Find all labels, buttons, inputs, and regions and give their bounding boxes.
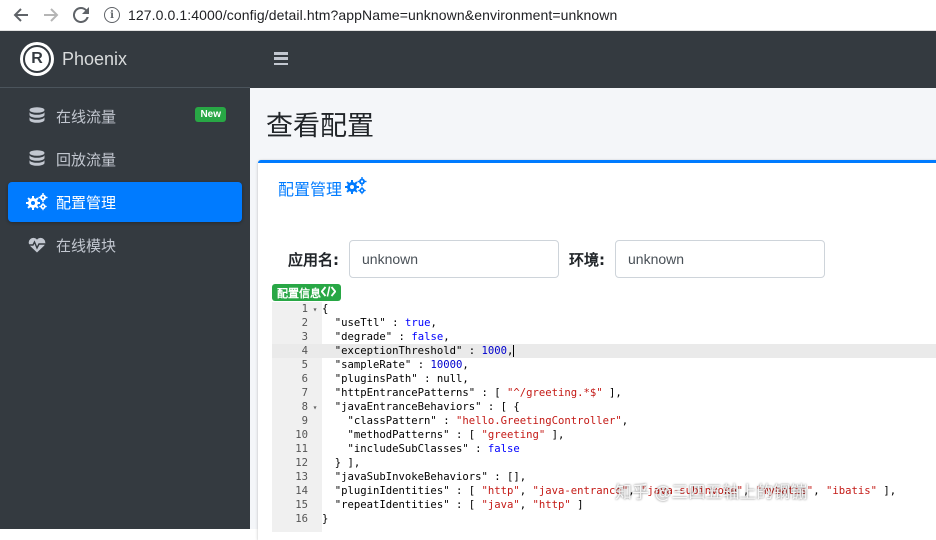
sidebar-item-online-traffic[interactable]: 在线流量 New xyxy=(8,96,242,136)
line-number: 8 xyxy=(301,401,308,413)
code-line: 12 } ], xyxy=(272,456,936,470)
code-text: "methodPatterns" : [ "greeting" ], xyxy=(347,429,565,441)
filter-form: 应用名: unknown 环境: unknown xyxy=(288,240,825,278)
config-info-label: 配置信息 xyxy=(277,286,321,300)
sidebar-menu: 在线流量 New 回放流量 配置管理 在线模块 xyxy=(0,88,250,276)
code-text: "includeSubClasses" : false xyxy=(347,443,520,455)
code-text: "httpEntrancePatterns" : [ "^/greeting.*… xyxy=(334,387,622,399)
line-number: 10 xyxy=(295,429,308,441)
line-number: 13 xyxy=(295,471,308,483)
code-line: 1 ▾{ xyxy=(272,302,936,316)
code-line: 11 "includeSubClasses" : false xyxy=(272,442,936,456)
line-number: 11 xyxy=(295,443,308,455)
database-icon xyxy=(26,148,48,170)
back-arrow-icon[interactable] xyxy=(6,0,36,30)
config-code-editor[interactable]: 1 ▾{2 "useTtl" : true, 3 "degrade" : false… xyxy=(272,302,936,532)
brand-link[interactable]: R Phoenix xyxy=(0,31,250,88)
code-line: 15 "repeatIdentities" : [ "java", "http"… xyxy=(272,498,936,512)
line-number: 15 xyxy=(295,499,308,511)
code-line: 10 "methodPatterns" : [ "greeting" ], xyxy=(272,428,936,442)
config-card: 配置管理 应用名: unknown 环境: unknown 配置信息 1 ▾ {… xyxy=(258,160,936,540)
content-wrapper: 查看配置 配置管理 应用名: unknown 环境: unknown 配置信息 … xyxy=(250,88,936,540)
fold-arrow-icon[interactable]: ▾ xyxy=(308,305,322,314)
sidebar-item-label: 在线流量 xyxy=(56,107,117,126)
code-icon xyxy=(320,285,337,300)
code-line: 14 "pluginIdentities" : [ "http", "java-… xyxy=(272,484,936,498)
code-text: "degrade" : false, xyxy=(334,331,450,343)
brand-logo-letter: R xyxy=(23,45,51,73)
app-name-input[interactable]: unknown xyxy=(349,240,559,278)
line-number: 9 xyxy=(301,415,308,427)
code-line: 5 "sampleRate" : 10000, xyxy=(272,358,936,372)
code-line: 16} xyxy=(272,512,936,526)
code-text: "javaEntranceBehaviors" : [ { xyxy=(334,401,520,413)
code-text: "classPattern" : "hello.GreetingControll… xyxy=(347,415,629,427)
top-navbar xyxy=(250,31,936,88)
code-line: 7 "httpEntrancePatterns" : [ "^/greeting… xyxy=(272,386,936,400)
app-name-label: 应用名: xyxy=(288,250,339,269)
line-number: 5 xyxy=(301,359,308,371)
brand-name: Phoenix xyxy=(62,48,128,69)
sidebar-item-label: 在线模块 xyxy=(56,236,117,255)
sidebar-item-replay-traffic[interactable]: 回放流量 xyxy=(8,139,242,179)
sidebar: R Phoenix 在线流量 New 回放流量 配置管理 在线模块 xyxy=(0,31,250,529)
code-text: "pluginIdentities" : [ "http", "java-ent… xyxy=(334,485,897,497)
page-title: 查看配置 xyxy=(266,111,374,142)
code-line: 4 "exceptionThreshold" : 1000, xyxy=(272,344,936,358)
code-text: "javaSubInvokeBehaviors" : [], xyxy=(334,471,527,483)
gears-icon xyxy=(345,177,367,199)
line-number: 12 xyxy=(295,457,308,469)
code-line: 13 "javaSubInvokeBehaviors" : [], xyxy=(272,470,936,484)
sidebar-item-config-management[interactable]: 配置管理 xyxy=(8,182,242,222)
line-number: 6 xyxy=(301,373,308,385)
code-text: "exceptionThreshold" : 1000, xyxy=(334,345,515,357)
code-line: 2 "useTtl" : true, xyxy=(272,316,936,330)
address-bar[interactable]: 127.0.0.1:4000/config/detail.htm?appName… xyxy=(128,7,617,23)
heartbeat-icon xyxy=(26,234,48,256)
code-line: 6 "pluginsPath" : null, xyxy=(272,372,936,386)
site-info-icon[interactable]: i xyxy=(104,7,120,23)
brand-logo: R xyxy=(20,42,54,76)
environment-input[interactable]: unknown xyxy=(615,240,825,278)
line-number: 3 xyxy=(301,331,308,343)
sidebar-item-label: 配置管理 xyxy=(56,193,117,212)
gears-icon xyxy=(26,191,48,213)
code-text: { xyxy=(322,303,329,315)
line-number: 4 xyxy=(301,345,308,357)
menu-toggle-icon[interactable] xyxy=(274,52,288,66)
code-text: } ], xyxy=(322,457,361,469)
config-info-badge: 配置信息 xyxy=(272,284,341,301)
fold-arrow-icon[interactable]: ▾ xyxy=(308,403,322,412)
card-title: 配置管理 xyxy=(278,176,367,200)
browser-toolbar: i 127.0.0.1:4000/config/detail.htm?appNa… xyxy=(0,0,936,31)
line-number: 7 xyxy=(301,387,308,399)
database-icon xyxy=(26,105,48,127)
line-number: 1 xyxy=(301,303,308,315)
forward-arrow-icon[interactable] xyxy=(36,0,66,30)
reload-icon[interactable] xyxy=(66,0,96,30)
code-line: 8 ▾ "javaEntranceBehaviors" : [ { xyxy=(272,400,936,414)
code-text: "sampleRate" : 10000, xyxy=(334,359,469,371)
sidebar-item-label: 回放流量 xyxy=(56,150,117,169)
code-text: "repeatIdentities" : [ "java", "http" ] xyxy=(334,499,584,511)
code-text: "useTtl" : true, xyxy=(334,317,437,329)
code-line: 9 "classPattern" : "hello.GreetingContro… xyxy=(272,414,936,428)
line-number: 14 xyxy=(295,485,308,497)
card-title-text: 配置管理 xyxy=(278,180,343,199)
watermark: 知乎 @三四五轴上的钢镚 xyxy=(615,483,808,503)
code-text: "pluginsPath" : null, xyxy=(334,373,469,385)
code-text: } xyxy=(322,513,329,525)
line-number: 2 xyxy=(301,317,308,329)
new-badge: New xyxy=(195,107,226,122)
sidebar-item-online-modules[interactable]: 在线模块 xyxy=(8,225,242,265)
environment-label: 环境: xyxy=(569,250,605,269)
text-cursor xyxy=(513,345,515,357)
code-line: 3 "degrade" : false, xyxy=(272,330,936,344)
line-number: 16 xyxy=(295,513,308,525)
